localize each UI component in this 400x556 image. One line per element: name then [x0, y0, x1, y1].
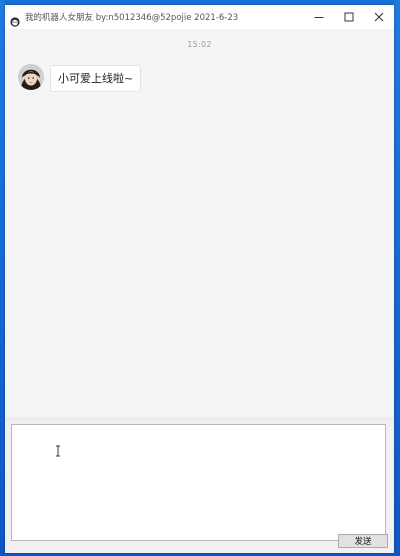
send-button[interactable]: 发送	[338, 534, 388, 548]
message-row: 小可爱上线啦~	[18, 64, 142, 92]
maximize-icon	[344, 12, 354, 22]
message-input[interactable]	[11, 424, 386, 541]
message-bubble: 小可爱上线啦~	[50, 65, 142, 92]
text-cursor-icon	[56, 445, 60, 457]
minimize-button[interactable]	[304, 5, 334, 29]
chat-history[interactable]: 15:02 小可爱上线啦~	[5, 29, 394, 417]
title-bar[interactable]: 我的机器人女朋友 by:n5012346@52pojie 2021-6-23	[5, 5, 394, 29]
composer-panel: 发送	[5, 421, 394, 553]
app-window: 我的机器人女朋友 by:n5012346@52pojie 2021-6-23 1…	[5, 5, 394, 553]
app-logo-icon	[10, 12, 20, 27]
maximize-button[interactable]	[334, 5, 364, 29]
close-button[interactable]	[364, 5, 394, 29]
message-timestamp: 15:02	[187, 40, 212, 49]
window-controls	[304, 5, 394, 29]
desktop-edge-right	[394, 0, 400, 556]
window-title: 我的机器人女朋友 by:n5012346@52pojie 2021-6-23	[25, 13, 239, 23]
minimize-icon	[314, 17, 324, 18]
close-icon	[374, 12, 384, 22]
bot-avatar	[18, 64, 44, 90]
